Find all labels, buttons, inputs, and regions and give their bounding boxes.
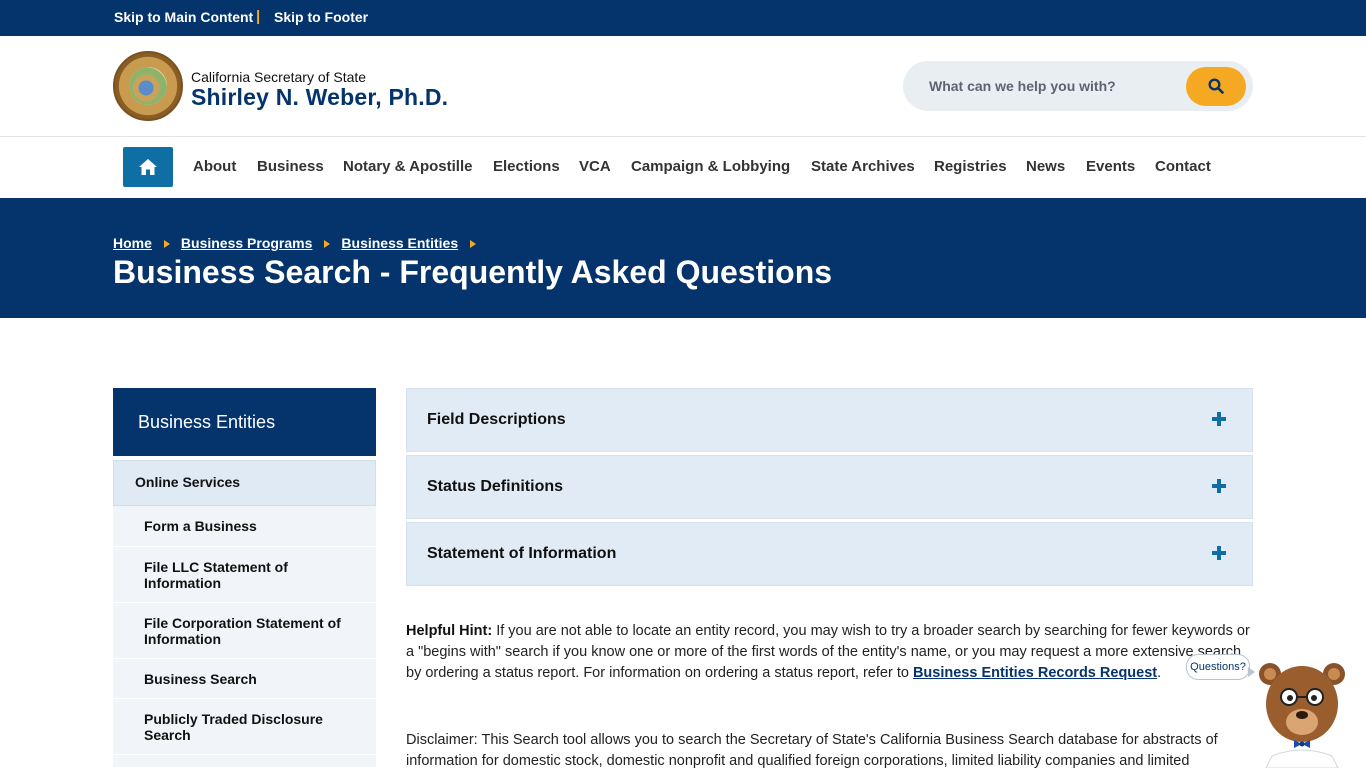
- org-name[interactable]: Shirley N. Weber, Ph.D.: [191, 84, 448, 111]
- state-seal-logo[interactable]: [113, 51, 183, 121]
- search-icon: [1208, 78, 1224, 94]
- disclaimer-paragraph: Disclaimer: This Search tool allows you …: [406, 732, 1218, 769]
- questions-bubble[interactable]: Questions?: [1186, 654, 1255, 680]
- org-subtitle: California Secretary of State: [191, 69, 367, 85]
- breadcrumb-arrow-icon: [470, 239, 477, 248]
- plus-icon: [1212, 546, 1226, 560]
- hint-label: Helpful Hint:: [406, 623, 493, 639]
- main-nav: About Business Notary & Apostille Electi…: [0, 137, 1366, 198]
- home-icon: [139, 159, 157, 175]
- chat-bear-icon[interactable]: [1254, 660, 1350, 768]
- breadcrumb-home[interactable]: Home: [113, 235, 152, 251]
- skip-bar: Skip to Main Content | Skip to Footer: [0, 0, 1366, 36]
- nav-news[interactable]: News: [1026, 158, 1065, 175]
- sidebar-item-form-a-business[interactable]: Form a Business: [113, 506, 376, 547]
- hint-end: .: [1157, 665, 1162, 681]
- breadcrumb-business-entities[interactable]: Business Entities: [341, 235, 458, 251]
- skip-separator: |: [256, 8, 261, 25]
- sidebar-section-online-services[interactable]: Online Services: [113, 460, 376, 506]
- accordion-statement-of-information[interactable]: Statement of Information: [406, 522, 1253, 586]
- site-search: [903, 61, 1253, 111]
- helpful-hint-paragraph: Helpful Hint: If you are not able to loc…: [406, 621, 1252, 684]
- nav-about[interactable]: About: [193, 158, 236, 175]
- home-button[interactable]: [123, 147, 173, 187]
- nav-notary-apostille[interactable]: Notary & Apostille: [343, 158, 472, 175]
- sidebar-item-more[interactable]: [113, 755, 376, 768]
- nav-events[interactable]: Events: [1086, 158, 1135, 175]
- plus-icon: [1212, 479, 1226, 493]
- plus-icon: [1212, 412, 1226, 426]
- skip-to-footer-link[interactable]: Skip to Footer: [274, 9, 368, 25]
- nav-state-archives[interactable]: State Archives: [811, 158, 915, 175]
- accordion-title: Field Descriptions: [427, 411, 566, 428]
- records-request-link[interactable]: Business Entities Records Request: [913, 665, 1157, 681]
- nav-campaign-lobbying[interactable]: Campaign & Lobbying: [631, 158, 790, 175]
- site-header: California Secretary of State Shirley N.…: [0, 36, 1366, 137]
- sidebar-item-business-search[interactable]: Business Search: [113, 659, 376, 699]
- page-title: Business Search - Frequently Asked Quest…: [113, 254, 833, 290]
- nav-registries[interactable]: Registries: [934, 158, 1007, 175]
- breadcrumb-business-programs[interactable]: Business Programs: [181, 235, 313, 251]
- breadcrumb-arrow-icon: [163, 239, 170, 248]
- page-banner: Home Business Programs Business Entities B…: [0, 198, 1366, 318]
- accordion-title: Statement of Information: [427, 545, 617, 562]
- accordion-field-descriptions[interactable]: Field Descriptions: [406, 388, 1253, 452]
- sidebar-title[interactable]: Business Entities: [113, 388, 376, 456]
- nav-elections[interactable]: Elections: [493, 158, 560, 175]
- nav-contact[interactable]: Contact: [1155, 158, 1211, 175]
- accordion-title: Status Definitions: [427, 478, 564, 495]
- search-button[interactable]: [1186, 67, 1246, 106]
- breadcrumb: Home Business Programs Business Entities: [113, 235, 487, 251]
- accordion-status-definitions[interactable]: Status Definitions: [406, 455, 1253, 519]
- search-input[interactable]: [929, 75, 1179, 97]
- breadcrumb-arrow-icon: [324, 239, 331, 248]
- nav-vca[interactable]: VCA: [579, 158, 611, 175]
- nav-business[interactable]: Business: [257, 158, 324, 175]
- skip-to-main-link[interactable]: Skip to Main Content: [114, 9, 253, 25]
- sidebar-item-publicly-traded-disclosure[interactable]: Publicly Traded Disclosure Search: [113, 699, 376, 755]
- sidebar-item-file-corp-soi[interactable]: File Corporation Statement of Informatio…: [113, 603, 376, 659]
- sidebar-item-file-llc-soi[interactable]: File LLC Statement of Information: [113, 547, 376, 603]
